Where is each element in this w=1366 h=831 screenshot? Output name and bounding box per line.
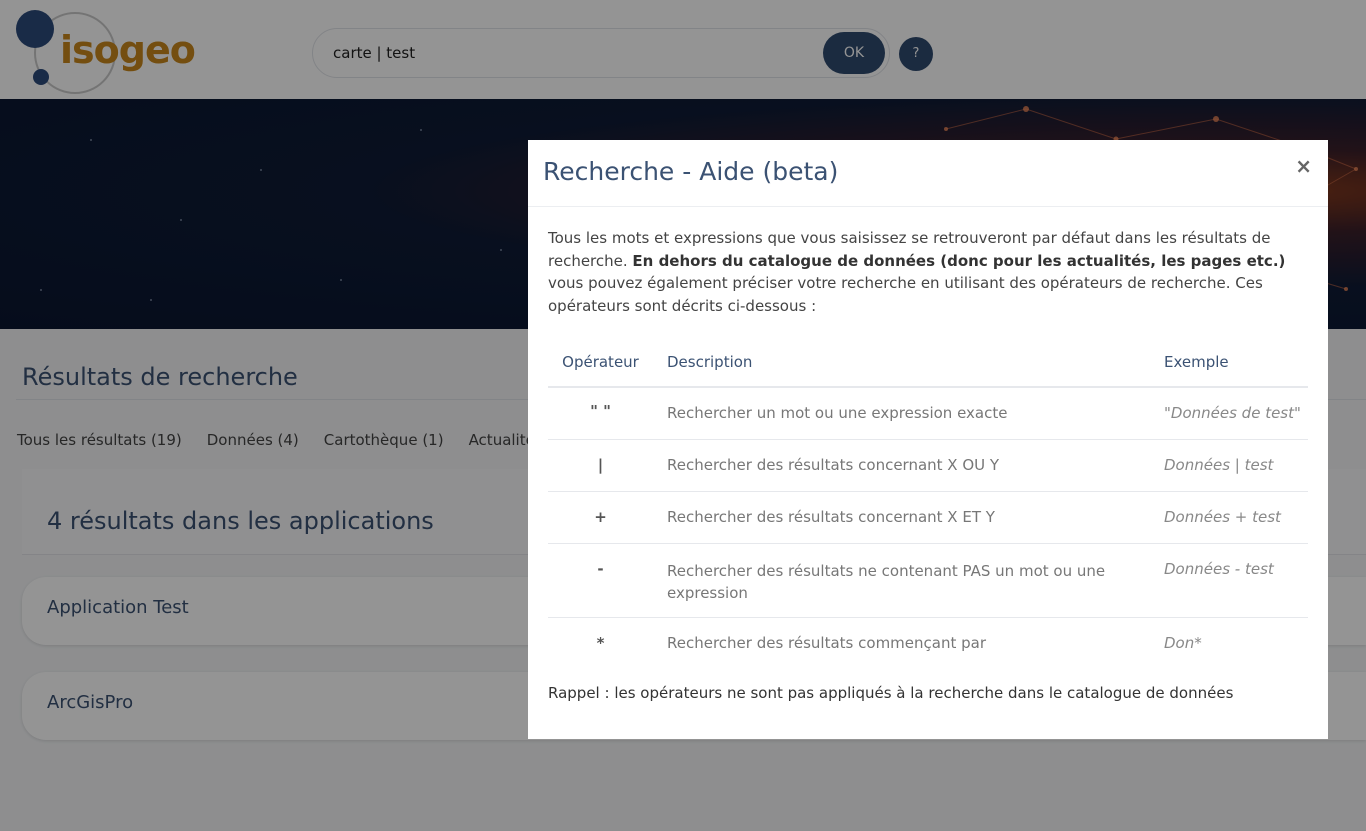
table-row: " " Rechercher un mot ou une expression … [548,388,1308,440]
description-cell: Rechercher des résultats concernant X ET… [667,508,995,526]
operator-cell: + [594,508,607,526]
operator-cell: * [596,634,605,652]
operator-cell: | [597,456,604,474]
table-row: + Rechercher des résultats concernant X … [548,492,1308,544]
column-header-example: Exemple [1164,353,1229,371]
column-header-operator: Opérateur [562,353,639,371]
operator-cell: - [597,560,604,578]
example-cell: Données + test [1164,508,1281,526]
example-cell: "Données de test" [1164,404,1301,422]
operators-table: Opérateur Description Exemple " " Recher… [548,336,1308,670]
modal-intro: Tous les mots et expressions que vous sa… [548,227,1308,317]
description-cell: Rechercher des résultats ne contenant PA… [667,562,1106,602]
table-header: Opérateur Description Exemple [548,336,1308,388]
table-row: - Rechercher des résultats ne contenant … [548,544,1308,618]
table-row: | Rechercher des résultats concernant X … [548,440,1308,492]
description-cell: Rechercher des résultats commençant par [667,634,986,652]
modal-header: Recherche - Aide (beta) × [528,140,1328,207]
description-cell: Rechercher des résultats concernant X OU… [667,456,1000,474]
modal-title: Recherche - Aide (beta) [543,157,839,186]
operators-reminder: Rappel : les opérateurs ne sont pas appl… [548,684,1234,702]
intro-bold-text: En dehors du catalogue de données (donc … [632,251,1286,270]
example-cell: Données - test [1164,560,1274,578]
table-row: * Rechercher des résultats commençant pa… [548,618,1308,670]
example-cell: Don* [1164,634,1202,652]
description-cell: Rechercher un mot ou une expression exac… [667,404,1008,422]
search-help-modal: Recherche - Aide (beta) × Tous les mots … [528,140,1328,739]
column-header-description: Description [667,353,753,371]
operator-cell: " " [590,402,611,420]
close-icon[interactable]: × [1295,154,1312,178]
intro-text-continued: vous pouvez également préciser votre rec… [548,274,1263,315]
example-cell: Données | test [1164,456,1274,474]
